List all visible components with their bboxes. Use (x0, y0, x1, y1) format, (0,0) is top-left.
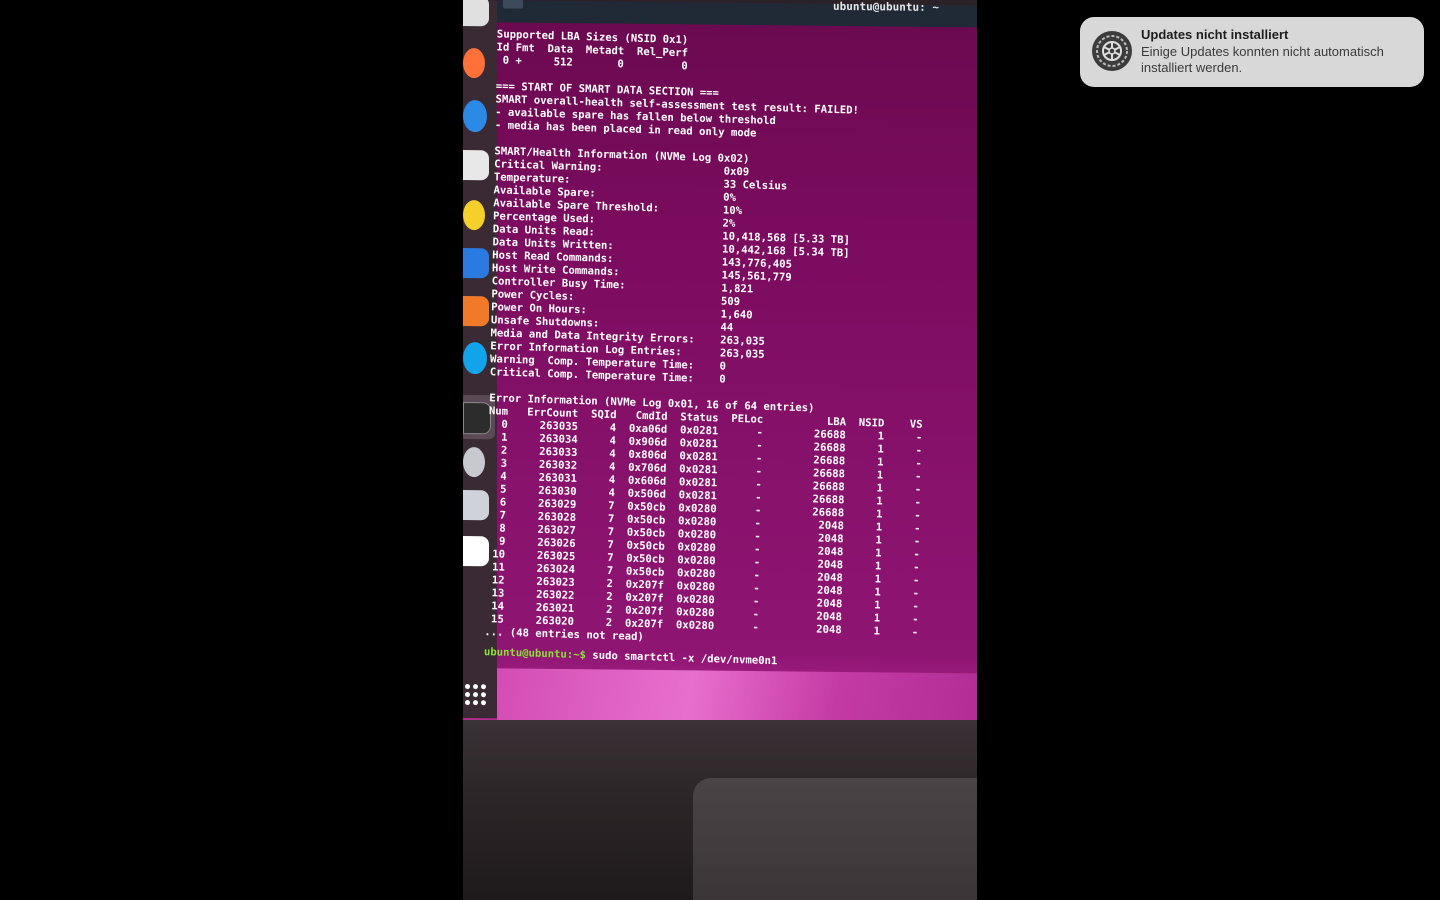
system-preferences-icon (1092, 31, 1132, 71)
rhythmbox-icon[interactable] (463, 200, 485, 231)
notification-title: Updates nicht installiert (1141, 27, 1289, 42)
terminal-titlebar: ubuntu@ubuntu: ~ (497, 0, 977, 28)
terminal-output[interactable]: Supported LBA Sizes (NSID 0x1) Id Fmt Dat… (484, 28, 977, 674)
terminal-text: Supported LBA Sizes (NSID 0x1) Id Fmt Dat… (484, 28, 977, 654)
firefox-icon[interactable] (463, 48, 485, 79)
app-center-icon[interactable] (463, 296, 489, 327)
help-icon[interactable] (463, 342, 487, 375)
disc-icon[interactable] (463, 447, 485, 478)
shell-prompt: ubuntu@ubuntu:~$ (483, 646, 587, 662)
photo-of-monitor: ubuntu@ubuntu: ~ Supported LBA Sizes (NS… (463, 0, 977, 900)
drive-icon[interactable] (463, 490, 489, 521)
terminal-icon[interactable] (463, 402, 491, 435)
libreoffice-writer-icon[interactable] (463, 248, 489, 279)
desk-object (693, 778, 977, 900)
window-title: ubuntu@ubuntu: ~ (833, 0, 939, 14)
ubuntu-screen: ubuntu@ubuntu: ~ Supported LBA Sizes (NS… (463, 0, 977, 746)
show-apps-icon[interactable] (465, 684, 487, 706)
new-tab-button[interactable] (503, 0, 523, 9)
notification-banner[interactable]: Updates nicht installiert Einige Updates… (1080, 17, 1424, 87)
shell-command: sudo smartctl -x /dev/nvme0n1 (585, 649, 778, 668)
notification-body: Einige Updates konnten nicht automatisch… (1141, 44, 1384, 75)
thunderbird-icon[interactable] (463, 100, 487, 133)
files-icon[interactable] (463, 150, 489, 181)
help-app-icon[interactable] (463, 0, 489, 27)
